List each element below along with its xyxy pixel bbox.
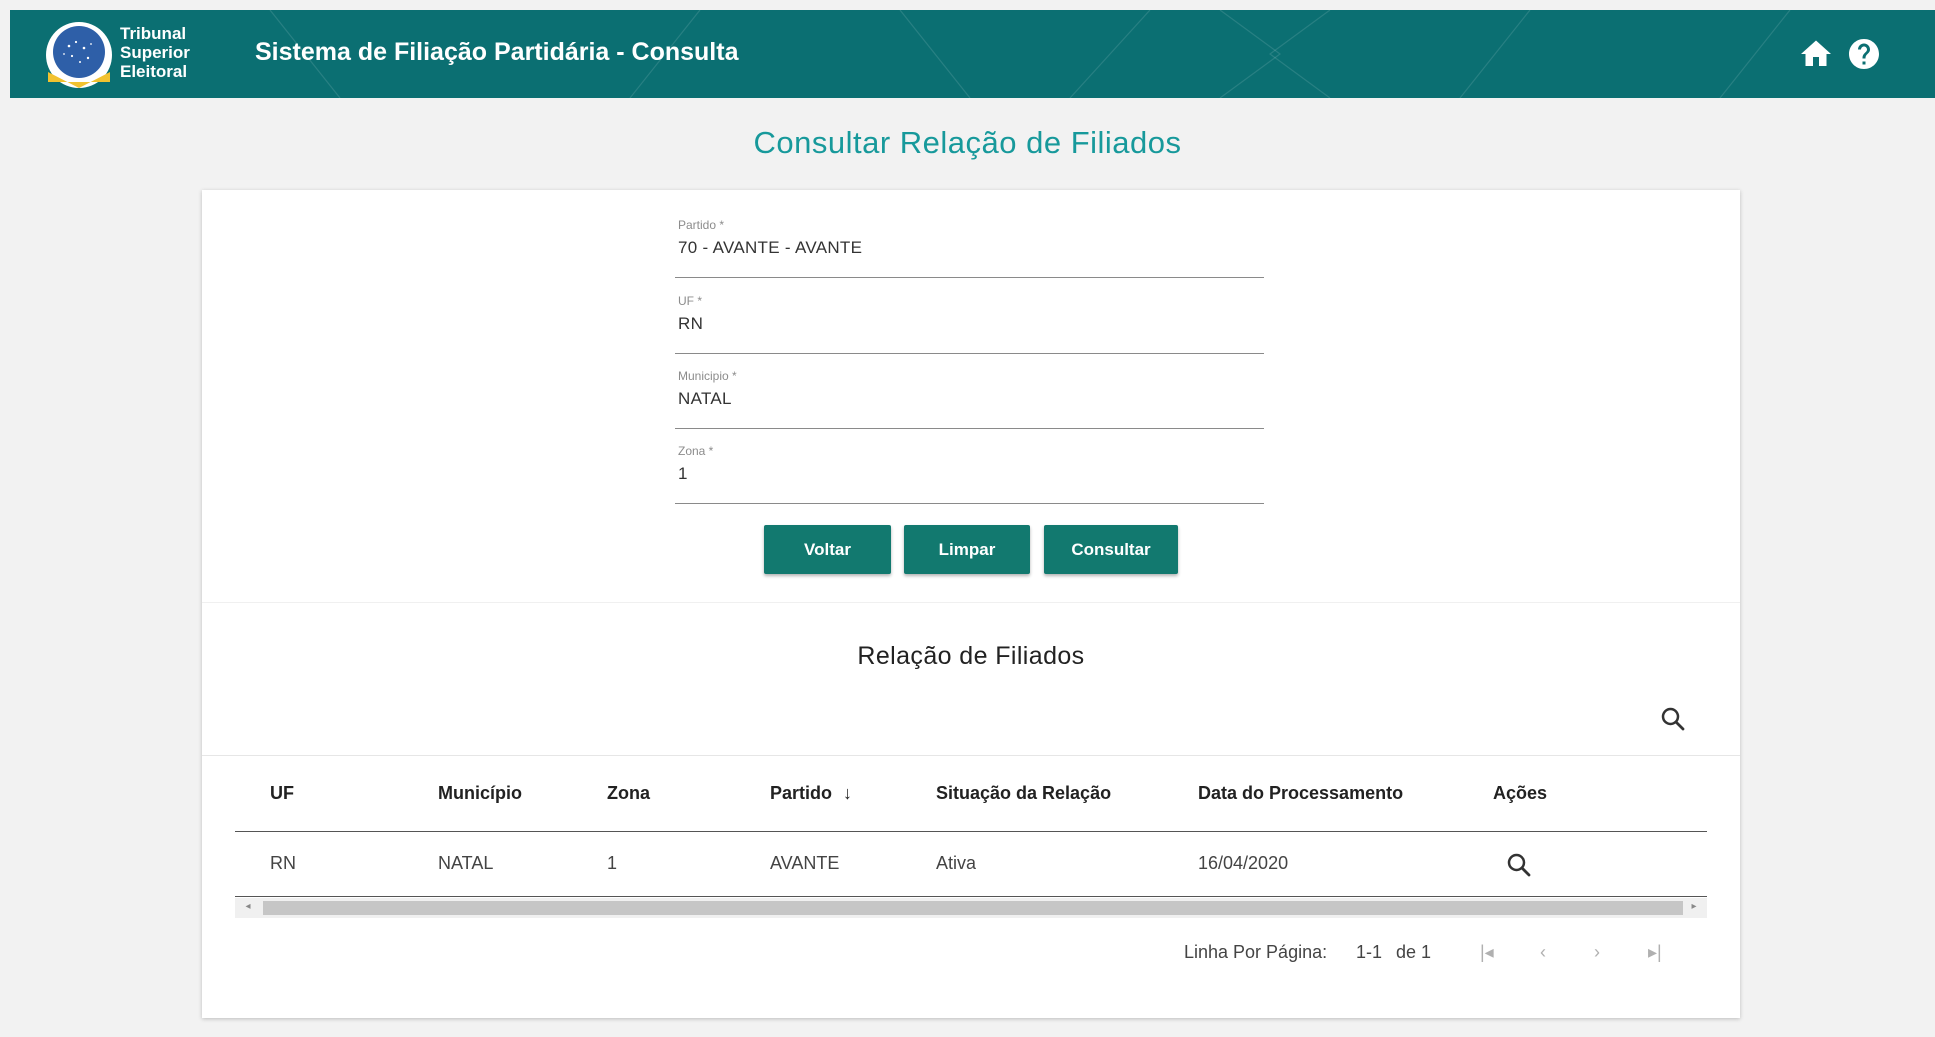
- top-app-bar: Tribunal Superior Eleitoral Sistema de F…: [10, 10, 1935, 98]
- consultar-button[interactable]: Consultar: [1044, 525, 1178, 574]
- col-header-zona[interactable]: Zona: [607, 783, 650, 804]
- partido-header-label: Partido: [770, 783, 833, 803]
- table-top-divider: [202, 755, 1740, 756]
- last-page-icon[interactable]: ▸|: [1648, 942, 1662, 963]
- scroll-right-arrow-icon[interactable]: ▸: [1687, 901, 1701, 912]
- results-title: Relação de Filiados: [857, 642, 1085, 670]
- uf-field[interactable]: UF * RN: [675, 294, 1264, 354]
- page-total: de 1: [1396, 942, 1432, 962]
- brand-name: Tribunal Superior Eleitoral: [120, 24, 190, 81]
- sort-arrow-icon: ↓: [843, 783, 853, 803]
- brand-line-1: Tribunal: [120, 24, 187, 43]
- row-divider: [235, 896, 1707, 897]
- cell-partido: AVANTE: [770, 853, 840, 873]
- col-header-acoes: Ações: [1493, 783, 1548, 803]
- view-details-search-icon[interactable]: [1504, 850, 1534, 880]
- home-icon[interactable]: [1798, 36, 1834, 72]
- app-title: Sistema de Filiação Partidária - Consult…: [255, 38, 739, 66]
- scroll-left-arrow-icon[interactable]: ◂: [241, 901, 255, 912]
- cell-uf: RN: [270, 853, 296, 873]
- scrollbar-thumb[interactable]: [263, 901, 1683, 915]
- cell-zona: 1: [607, 853, 618, 873]
- col-header-partido[interactable]: Partido ↓: [770, 783, 852, 804]
- page-range: 1-1: [1356, 942, 1383, 962]
- voltar-button[interactable]: Voltar: [764, 525, 891, 574]
- municipio-label: Municipio *: [678, 369, 737, 383]
- brand-line-2: Superior: [120, 43, 190, 62]
- uf-label: UF *: [678, 294, 702, 308]
- zona-field[interactable]: Zona * 1: [675, 444, 1264, 504]
- table-search-icon[interactable]: [1658, 704, 1688, 734]
- first-page-icon[interactable]: |◂: [1480, 942, 1494, 963]
- prev-page-icon[interactable]: ‹: [1540, 942, 1546, 963]
- cell-situacao: Ativa: [936, 853, 977, 873]
- cell-data: 16/04/2020: [1198, 853, 1289, 873]
- partido-value: 70 - AVANTE - AVANTE: [678, 238, 863, 257]
- help-icon[interactable]: [1846, 36, 1882, 72]
- tse-logo: [46, 22, 112, 88]
- cell-municipio: NATAL: [438, 853, 494, 873]
- partido-field[interactable]: Partido * 70 - AVANTE - AVANTE: [675, 218, 1264, 278]
- zona-label: Zona *: [678, 444, 714, 458]
- page-title: Consultar Relação de Filiados: [753, 125, 1182, 160]
- uf-value: RN: [678, 314, 704, 333]
- col-header-situacao[interactable]: Situação da Relação: [936, 783, 1111, 804]
- partido-label: Partido *: [678, 218, 725, 232]
- zona-value: 1: [678, 464, 688, 483]
- municipio-field[interactable]: Municipio * NATAL: [675, 369, 1264, 429]
- horizontal-scrollbar[interactable]: ◂ ▸: [235, 898, 1707, 918]
- rows-per-page-label: Linha Por Página:: [1184, 942, 1328, 962]
- limpar-button[interactable]: Limpar: [904, 525, 1030, 574]
- col-header-uf[interactable]: UF: [270, 783, 294, 804]
- section-divider: [202, 602, 1740, 603]
- col-header-data[interactable]: Data do Processamento: [1198, 783, 1403, 804]
- next-page-icon[interactable]: ›: [1594, 942, 1600, 963]
- municipio-value: NATAL: [678, 389, 732, 408]
- main-card: Partido * 70 - AVANTE - AVANTE UF * RN M…: [202, 190, 1740, 1018]
- col-header-municipio[interactable]: Município: [438, 783, 522, 804]
- brand-line-3: Eleitoral: [120, 62, 188, 81]
- header-divider: [235, 831, 1707, 832]
